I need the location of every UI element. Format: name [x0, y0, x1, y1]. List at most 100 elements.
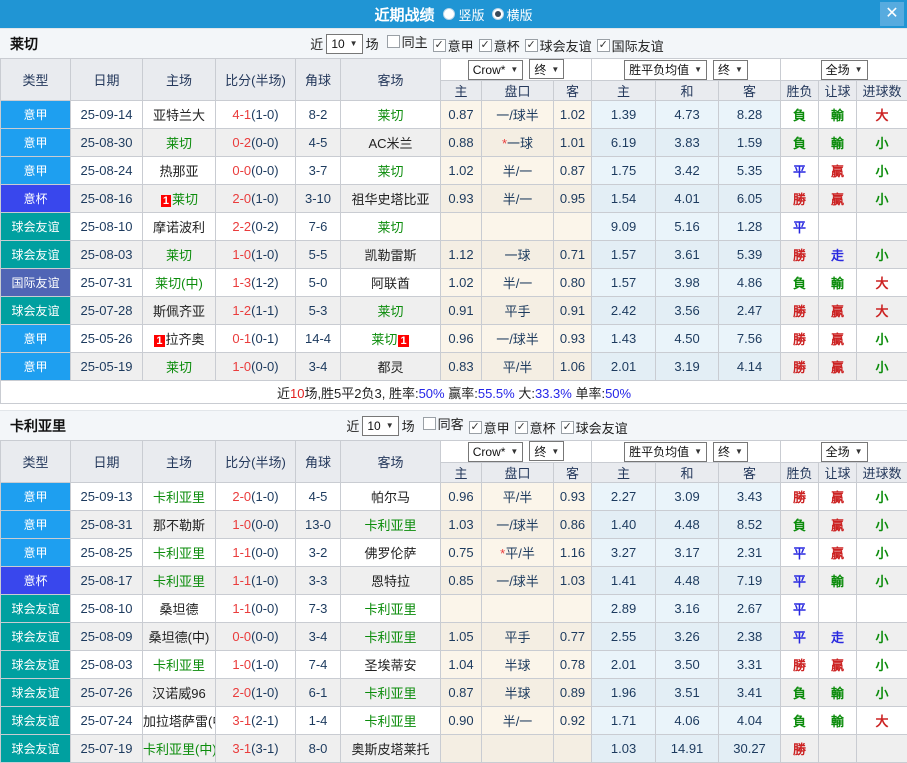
score-cell: 2-0(1-0) — [216, 185, 296, 213]
filter-checkbox-checked[interactable]: ✓国际友谊 — [597, 36, 664, 55]
avg-final-select[interactable]: 终▼ — [713, 442, 748, 462]
away-team-cell: 奥斯皮塔莱托 — [341, 735, 441, 763]
avg-away-cell: 2.67 — [719, 595, 781, 623]
chevron-down-icon: ▼ — [694, 447, 702, 456]
home-team-cell: 1莱切 — [143, 185, 216, 213]
team-label: 佛罗伦萨 — [364, 546, 416, 561]
filter-checkbox-checked[interactable]: ✓球会友谊 — [561, 418, 628, 437]
layout-radio-checked[interactable]: 横版 — [492, 5, 533, 24]
odds-away-cell: 0.80 — [554, 269, 592, 297]
odds-home-cell: 1.03 — [441, 511, 482, 539]
goals-result-cell: 小 — [857, 511, 907, 539]
away-team-cell: 莱切1 — [341, 325, 441, 353]
fulltime-score: 1-2 — [232, 303, 251, 318]
checkbox-icon: ✓ — [525, 39, 538, 52]
halftime-score: (2-1) — [251, 713, 278, 728]
avg-draw-cell: 4.50 — [656, 325, 719, 353]
home-team-cell: 热那亚 — [143, 157, 216, 185]
close-button[interactable]: ✕ — [880, 2, 904, 26]
away-team-cell: 恩特拉 — [341, 567, 441, 595]
corner-cell: 6-1 — [296, 679, 341, 707]
away-team-cell: 祖华史塔比亚 — [341, 185, 441, 213]
matches-table-home: 类型 日期 主场 比分(半场) 角球 客场 Crow*▼终▼ 胜平负均值▼终▼ … — [0, 58, 907, 404]
handicap-cell — [482, 735, 554, 763]
checkbox-label: 球会友谊 — [540, 36, 592, 55]
avg-final-select[interactable]: 终▼ — [713, 60, 748, 80]
handicap-cell: 半/一 — [482, 185, 554, 213]
team-label: 莱切 — [377, 220, 403, 235]
layout-radio-unchecked[interactable]: 竖版 — [443, 5, 484, 24]
col-avg-home: 主 — [592, 463, 656, 483]
date-cell: 25-07-31 — [71, 269, 143, 297]
match-count-select[interactable]: 10▼ — [362, 416, 398, 436]
odds-away-cell: 0.71 — [554, 241, 592, 269]
avg-away-cell: 4.86 — [719, 269, 781, 297]
fulltime-select[interactable]: 全场▼ — [821, 60, 868, 80]
checkbox-icon: ✓ — [597, 39, 610, 52]
avg-odds-select[interactable]: 胜平负均值▼ — [624, 60, 707, 80]
away-team-cell: 莱切 — [341, 101, 441, 129]
avg-away-cell: 6.05 — [719, 185, 781, 213]
halftime-score: (1-0) — [251, 573, 278, 588]
avg-away-cell: 5.35 — [719, 157, 781, 185]
fulltime-select[interactable]: 全场▼ — [821, 442, 868, 462]
result-cell: 勝 — [781, 735, 819, 763]
halftime-score: (1-0) — [251, 191, 278, 206]
date-cell: 25-08-16 — [71, 185, 143, 213]
handicap-result-cell: 輸 — [819, 707, 857, 735]
avg-odds-select[interactable]: 胜平负均值▼ — [624, 442, 707, 462]
filter-checkbox-checked[interactable]: ✓意甲 — [469, 418, 510, 437]
avg-away-cell: 3.43 — [719, 483, 781, 511]
odds-source-select[interactable]: Crow*▼ — [468, 442, 524, 462]
team-label: 亚特兰大 — [153, 108, 205, 123]
score-cell: 1-0(0-0) — [216, 353, 296, 381]
filter-checkbox-unchecked[interactable]: 同客 — [423, 414, 464, 433]
score-cell: 4-1(1-0) — [216, 101, 296, 129]
handicap-cell — [482, 595, 554, 623]
odds-final-select[interactable]: 终▼ — [529, 441, 564, 461]
avg-away-cell: 30.27 — [719, 735, 781, 763]
avg-draw-cell: 3.17 — [656, 539, 719, 567]
col-handicap: 盘口 — [482, 463, 554, 483]
match-count-select[interactable]: 10▼ — [326, 34, 362, 54]
col-result: 胜负 — [781, 81, 819, 101]
odds-home-cell: 1.05 — [441, 623, 482, 651]
home-team-cell: 1拉齐奥 — [143, 325, 216, 353]
summary-segment: 近 — [277, 386, 290, 401]
date-cell: 25-08-10 — [71, 213, 143, 241]
summary-segment: 赢率: — [445, 386, 478, 401]
avg-home-cell: 1.75 — [592, 157, 656, 185]
filter-checkbox-checked[interactable]: ✓球会友谊 — [525, 36, 592, 55]
filter-checkbox-checked[interactable]: ✓意甲 — [433, 36, 474, 55]
chevron-down-icon: ▼ — [350, 39, 358, 48]
corner-cell: 5-0 — [296, 269, 341, 297]
match-row: 意甲25-08-25卡利亚里1-1(0-0)3-2佛罗伦萨0.75*平/半1.1… — [1, 539, 907, 567]
team-label: 卡利亚里 — [153, 574, 205, 589]
fulltime-score: 4-1 — [232, 107, 251, 122]
score-cell: 2-0(1-0) — [216, 679, 296, 707]
filter-checkbox-checked[interactable]: ✓意杯 — [515, 418, 556, 437]
avg-odds-value: 胜平负均值 — [629, 61, 689, 78]
filter-checkbox-checked[interactable]: ✓意杯 — [479, 36, 520, 55]
home-team-cell: 莱切 — [143, 353, 216, 381]
score-cell: 2-2(0-2) — [216, 213, 296, 241]
away-team-cell: 卡利亚里 — [341, 707, 441, 735]
handicap-result-cell: 贏 — [819, 483, 857, 511]
avg-draw-cell: 4.73 — [656, 101, 719, 129]
odds-final-select[interactable]: 终▼ — [529, 59, 564, 79]
filter-checkbox-unchecked[interactable]: 同主 — [387, 32, 428, 51]
avg-away-cell: 3.41 — [719, 679, 781, 707]
handicap-result-cell — [819, 735, 857, 763]
league-type-cell: 球会友谊 — [1, 679, 71, 707]
fulltime-score: 2-2 — [232, 219, 251, 234]
odds-home-cell: 1.12 — [441, 241, 482, 269]
odds-away-cell: 1.16 — [554, 539, 592, 567]
league-type-cell: 意甲 — [1, 325, 71, 353]
away-team-cell: 莱切 — [341, 297, 441, 325]
avg-away-cell: 1.28 — [719, 213, 781, 241]
avg-away-cell: 7.56 — [719, 325, 781, 353]
avg-draw-cell: 3.19 — [656, 353, 719, 381]
result-cell: 平 — [781, 623, 819, 651]
odds-source-select[interactable]: Crow*▼ — [468, 60, 524, 80]
match-row: 球会友谊25-08-03卡利亚里1-0(1-0)7-4圣埃蒂安1.04半球0.7… — [1, 651, 907, 679]
